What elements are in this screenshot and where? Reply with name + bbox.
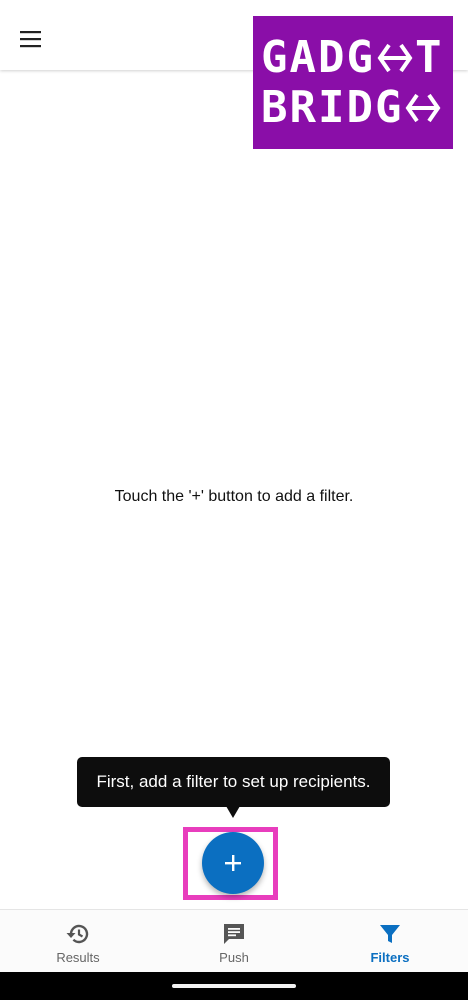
screen: GADG T BRIDG Touch the '+' button to add… bbox=[0, 0, 468, 1000]
logo-text-line2: BRIDG bbox=[261, 81, 404, 133]
hamburger-menu-icon bbox=[20, 31, 41, 48]
filter-icon bbox=[380, 925, 400, 943]
plus-icon bbox=[225, 855, 241, 871]
history-icon bbox=[66, 924, 89, 944]
gadgetbridge-watermark-logo: GADG T BRIDG bbox=[253, 16, 453, 149]
bottom-navigation: Results Push Filters bbox=[0, 909, 468, 972]
nav-item-filters[interactable]: Filters bbox=[312, 910, 468, 972]
add-filter-button[interactable] bbox=[202, 832, 264, 894]
nav-label-filters: Filters bbox=[370, 950, 410, 965]
nav-item-push[interactable]: Push bbox=[156, 910, 312, 972]
onboarding-tooltip: First, add a filter to set up recipients… bbox=[77, 757, 390, 807]
logo-arrow-icon bbox=[377, 43, 413, 72]
nav-label-results: Results bbox=[56, 950, 100, 965]
tooltip-arrow bbox=[226, 806, 240, 818]
message-icon bbox=[224, 924, 244, 944]
nav-item-results[interactable]: Results bbox=[0, 910, 156, 972]
menu-button[interactable] bbox=[12, 20, 50, 58]
nav-label-push: Push bbox=[219, 950, 249, 965]
logo-arrow-icon bbox=[406, 93, 441, 122]
tooltip-text: First, add a filter to set up recipients… bbox=[96, 772, 371, 791]
home-indicator[interactable] bbox=[172, 984, 296, 988]
empty-state-message: Touch the '+' button to add a filter. bbox=[114, 488, 354, 505]
system-navigation-bar bbox=[0, 972, 468, 1000]
logo-text-line1: GADG bbox=[261, 31, 375, 83]
